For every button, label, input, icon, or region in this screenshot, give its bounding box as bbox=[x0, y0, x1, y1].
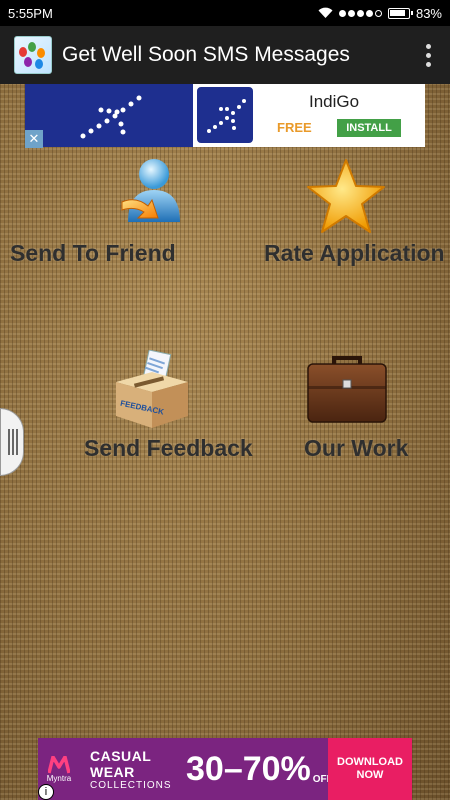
ad-free-label: FREE bbox=[277, 120, 312, 135]
bottom-ad-banner[interactable]: Myntra CASUAL WEAR COLLECTIONS 30–70% OF… bbox=[38, 738, 412, 800]
main-content: IndiGo FREE INSTALL ✕ Send To Friend Rat… bbox=[0, 84, 450, 800]
ad-details[interactable]: IndiGo FREE INSTALL bbox=[193, 84, 425, 147]
ad-line1: CASUAL WEAR bbox=[90, 747, 152, 780]
briefcase-icon bbox=[306, 354, 388, 431]
battery-percent: 83% bbox=[415, 5, 442, 21]
ad-close-icon[interactable]: ✕ bbox=[25, 130, 43, 148]
status-time: 5:55PM bbox=[8, 5, 53, 21]
indigo-logo-icon bbox=[195, 85, 255, 145]
star-icon bbox=[306, 158, 386, 239]
app-bar: Get Well Soon SMS Messages bbox=[0, 26, 450, 84]
app-logo-icon bbox=[14, 36, 52, 74]
indigo-plane-dots-icon bbox=[80, 95, 142, 139]
ad-line2: COLLECTIONS bbox=[90, 779, 172, 791]
battery-icon bbox=[387, 7, 413, 19]
ad-image[interactable] bbox=[25, 84, 193, 147]
ad-info-icon[interactable]: i bbox=[38, 784, 54, 800]
ad-brand-name: IndiGo bbox=[309, 92, 360, 111]
status-bar: 5:55PM 83% bbox=[0, 0, 450, 26]
send-to-friend-label: Send To Friend bbox=[10, 240, 176, 266]
myntra-m-icon bbox=[48, 755, 70, 773]
send-feedback-label: Send Feedback bbox=[84, 435, 253, 461]
wifi-icon bbox=[318, 7, 333, 19]
ad-collection-text: CASUAL WEAR COLLECTIONS bbox=[90, 748, 180, 791]
top-ad-banner[interactable]: IndiGo FREE INSTALL bbox=[25, 84, 425, 147]
our-work-label: Our Work bbox=[304, 435, 409, 461]
ad-install-button[interactable]: INSTALL bbox=[337, 119, 401, 137]
signal-icon bbox=[338, 9, 382, 17]
myntra-brand: Myntra bbox=[46, 773, 72, 783]
download-now-button[interactable]: DOWNLOAD NOW bbox=[328, 738, 412, 800]
user-share-icon bbox=[118, 156, 184, 233]
overflow-menu-icon[interactable] bbox=[418, 40, 438, 70]
feedback-box-icon: FEEDBACK bbox=[112, 349, 192, 435]
ad-offer-value: 30–70% bbox=[186, 749, 311, 788]
ad-offer: 30–70% OFF bbox=[186, 750, 333, 789]
app-title: Get Well Soon SMS Messages bbox=[62, 43, 350, 66]
status-icons: 83% bbox=[318, 6, 442, 21]
rate-application-label: Rate Application bbox=[264, 240, 445, 266]
